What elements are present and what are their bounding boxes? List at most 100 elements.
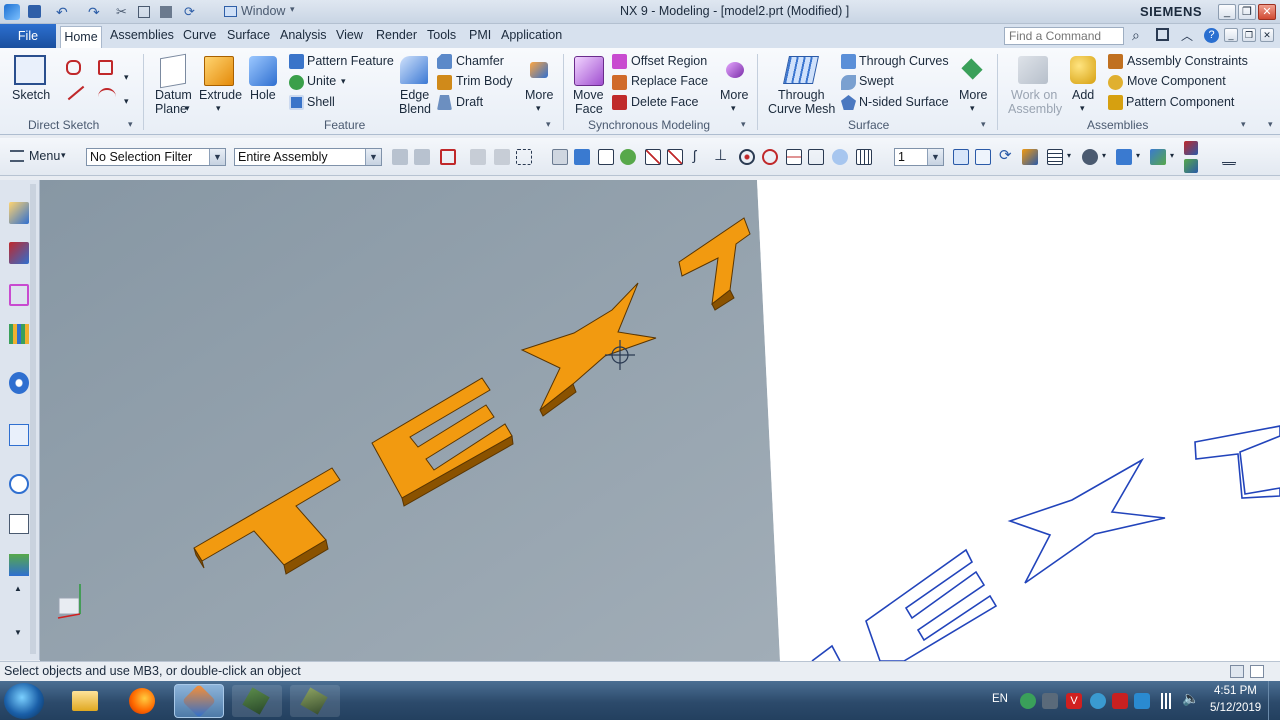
fit-view-icon[interactable] [953,149,969,165]
draft-button[interactable]: Draft [456,95,483,109]
sync-more-button[interactable]: More [720,88,748,102]
add-component-chevron-icon[interactable]: ▾ [1080,103,1085,114]
work-on-assembly-icon[interactable] [1018,56,1048,84]
arc-center-icon[interactable] [739,149,755,165]
pattern-component-button[interactable]: Pattern Component [1126,95,1234,109]
add-component-icon[interactable] [1070,56,1096,84]
fullscreen-icon[interactable] [1156,28,1169,41]
top-menu-button[interactable]: Menu [29,149,60,163]
extrude-chevron-icon[interactable]: ▾ [216,103,221,114]
chamfer-button[interactable]: Chamfer [456,54,504,68]
edge-blend-button[interactable]: Edge [400,88,429,102]
add-component-button[interactable]: Add [1072,88,1094,102]
cut-icon[interactable]: ✂ [116,4,127,20]
unite-chevron-icon[interactable]: ▾ [341,76,346,87]
graphics-window[interactable] [40,180,1280,661]
solid-body-icon[interactable] [552,149,568,165]
unite-icon[interactable] [289,75,304,90]
through-curve-mesh-button[interactable]: Through [778,88,825,102]
show-desktop-button[interactable] [1268,681,1280,720]
mid-point-icon[interactable] [667,149,683,165]
render-style-chevron-icon[interactable]: ▾ [1067,151,1071,160]
feature-group-chevron-icon[interactable]: ▾ [546,119,551,130]
scroll-down-icon[interactable]: ▼ [10,628,26,638]
snap-select-icon[interactable] [414,149,430,165]
history-icon[interactable] [9,474,29,494]
move-component-button[interactable]: Move Component [1127,74,1226,88]
file-explorer-button[interactable] [62,685,108,717]
trim-body-icon[interactable] [437,75,452,90]
edit-section-chevron-icon[interactable]: ▾ [1102,151,1106,160]
existing-point-icon[interactable] [786,149,802,165]
menu-icon[interactable] [10,150,24,162]
assembly-constraints-icon[interactable] [1108,54,1123,69]
tab-view[interactable]: View [336,28,363,42]
app-button-1[interactable] [232,685,282,717]
synchronous-group-chevron-icon[interactable]: ▾ [741,119,746,130]
assembly-constraints-button[interactable]: Assembly Constraints [1127,54,1248,68]
doc-minimize-button[interactable]: _ [1224,28,1238,42]
bounded-grid-icon[interactable] [856,149,872,165]
help-icon[interactable]: ? [1204,28,1219,43]
minimize-button[interactable]: _ [1218,4,1236,20]
sketch-icon[interactable] [14,55,46,85]
orient-view-chevron-icon[interactable]: ▾ [1136,151,1140,160]
toolbar-options-icon[interactable] [1222,149,1236,165]
surface-group-chevron-icon[interactable]: ▾ [981,119,986,130]
offset-region-icon[interactable] [612,54,627,69]
snap-general-icon[interactable] [392,149,408,165]
reuse-library-icon[interactable] [9,324,29,344]
surface-more-button[interactable]: More [959,88,987,102]
repeat-command-icon[interactable]: ⟳ [184,4,195,20]
window-menu[interactable]: Window [241,4,285,18]
resource-bar-handle[interactable] [30,184,36,654]
layer-dropdown[interactable]: 1 ▼ [894,148,944,166]
unite-button[interactable]: Unite [307,74,336,88]
chamfer-icon[interactable] [437,54,452,69]
command-search-input[interactable] [1004,27,1124,45]
tab-home[interactable]: Home [60,26,102,48]
chevron-down-icon[interactable]: ▼ [365,149,381,165]
sketch-gallery-more-icon[interactable]: ▾ [124,96,129,107]
language-indicator[interactable]: EN [992,693,1008,705]
move-component-icon[interactable] [1108,75,1123,90]
replace-face-icon[interactable] [612,75,627,90]
nx-logo-icon[interactable] [4,4,20,20]
work-on-assembly-button[interactable]: Work on [1011,88,1057,102]
clock-time[interactable]: 4:51 PM [1214,685,1257,697]
save-icon[interactable] [28,5,41,18]
delete-face-icon[interactable] [612,95,627,110]
tab-analysis[interactable]: Analysis [280,28,327,42]
chevron-down-icon[interactable]: ▼ [927,149,943,165]
doc-close-button[interactable]: ✕ [1260,28,1274,42]
shell-icon[interactable] [289,95,304,110]
feature-more-chevron-icon[interactable]: ▾ [536,103,541,114]
render-style-icon[interactable] [1047,149,1063,165]
search-icon[interactable]: ⌕ [1132,27,1140,44]
pattern-feature-icon[interactable] [289,54,304,69]
background-chevron-icon[interactable]: ▾ [1170,151,1174,160]
edge-blend-icon[interactable] [400,56,428,84]
n-sided-surface-button[interactable]: N-sided Surface [859,95,949,109]
tab-assemblies[interactable]: Assemblies [110,28,174,42]
point-on-curve-icon[interactable] [808,149,824,165]
signal-icon[interactable] [1158,693,1174,709]
zoom-icon[interactable] [975,149,991,165]
window-menu-chevron-icon[interactable]: ▾ [290,4,295,15]
offset-region-button[interactable]: Offset Region [631,54,707,68]
intersection-icon[interactable]: ⊥ [714,146,727,164]
quadrant-point-icon[interactable] [762,149,778,165]
sketch-gallery-chevron-icon[interactable]: ▾ [124,72,129,83]
status-toggle-icon[interactable] [1230,665,1244,678]
tangent-point-icon[interactable]: ʃ [693,147,696,163]
profile-icon[interactable] [66,60,81,75]
point-on-face-icon[interactable] [832,149,848,165]
feature-more-icon[interactable] [530,62,548,78]
nx-taskbar-button[interactable] [174,684,224,718]
arc-icon[interactable] [98,88,116,106]
datum-plane-chevron-icon[interactable]: ▾ [185,103,190,114]
through-curve-mesh-icon[interactable] [783,56,819,84]
tray-network-app-icon[interactable] [1020,693,1036,709]
pattern-feature-button[interactable]: Pattern Feature [307,54,394,68]
box-select-icon[interactable] [516,149,532,165]
